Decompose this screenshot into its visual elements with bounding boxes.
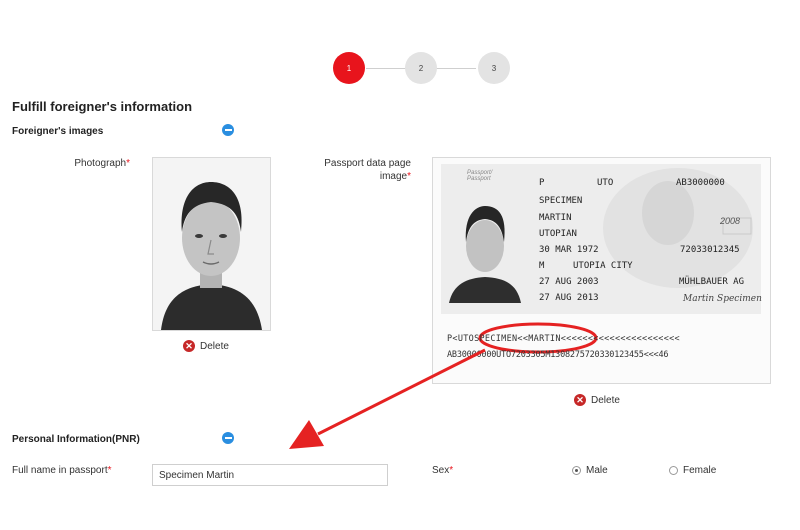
personal-collapse-icon[interactable] bbox=[222, 432, 234, 444]
photograph-delete-label: Delete bbox=[200, 340, 229, 352]
sex-option-male[interactable]: Male bbox=[572, 465, 608, 476]
passport-label-line1: Passport data page bbox=[324, 158, 411, 169]
passport-nationality: UTOPIAN bbox=[539, 229, 577, 239]
passport-surname: SPECIMEN bbox=[539, 196, 583, 206]
passport-delete-label: Delete bbox=[591, 394, 620, 406]
radio-unselected-icon bbox=[669, 466, 678, 475]
full-name-required-mark: * bbox=[107, 465, 112, 476]
stepper-line-2 bbox=[436, 68, 476, 69]
full-name-label: Full name in passport* bbox=[12, 465, 112, 476]
passport-given-names: MARTIN bbox=[539, 213, 572, 223]
stepper-line-1 bbox=[366, 68, 406, 69]
radio-selected-icon bbox=[572, 466, 581, 475]
page-title: Fulfill foreigner's information bbox=[12, 99, 193, 114]
sex-label: Sex* bbox=[432, 465, 453, 476]
photograph-label: Photograph* bbox=[40, 157, 130, 170]
passport-place-of-birth: UTOPIA CITY bbox=[573, 261, 633, 271]
passport-label-line2: image bbox=[379, 171, 408, 182]
photograph-preview[interactable] bbox=[152, 157, 271, 331]
portrait-image bbox=[153, 158, 270, 330]
passport-year-stamp: 2008 bbox=[720, 216, 741, 226]
passport-sex: M bbox=[539, 261, 545, 271]
photograph-delete-button[interactable]: ✕ Delete bbox=[183, 340, 229, 352]
images-section-heading: Foreigner's images bbox=[12, 126, 104, 137]
passport-mrz-line1: P<UTOSPECIMEN<<MARTIN<<<<<<<<<<<<<<<<<<<… bbox=[447, 334, 680, 344]
passport-type: P bbox=[539, 178, 545, 188]
sex-required-mark: * bbox=[449, 465, 454, 476]
passport-authority: MÜHLBAUER AG bbox=[679, 277, 745, 287]
passport-signature: Martin Specimen bbox=[683, 294, 762, 304]
step-2[interactable]: 2 bbox=[405, 52, 437, 84]
passport-expiry-date: 27 AUG 2013 bbox=[539, 293, 599, 303]
passport-issue-date: 27 AUG 2003 bbox=[539, 277, 599, 287]
passport-mrz-line2: AB30000000UTO7203305M1308275720330123455… bbox=[447, 350, 669, 360]
passport-page-label: Passport data page image* bbox=[300, 157, 411, 183]
passport-country: UTO bbox=[597, 178, 614, 188]
full-name-label-text: Full name in passport bbox=[12, 465, 108, 476]
delete-x-icon: ✕ bbox=[183, 340, 195, 352]
photograph-label-text: Photograph bbox=[74, 158, 127, 169]
passport-doc-label: Passport/ Passport bbox=[467, 170, 493, 182]
passport-number: AB3000000 bbox=[676, 178, 725, 188]
step-2-label: 2 bbox=[418, 63, 424, 73]
sex-option-female-label: Female bbox=[683, 465, 717, 476]
sex-option-female[interactable]: Female bbox=[669, 465, 716, 476]
full-name-input[interactable] bbox=[152, 464, 388, 486]
passport-birth-date: 30 MAR 1972 bbox=[539, 245, 599, 255]
step-1-label: 1 bbox=[346, 63, 352, 73]
photograph-required-mark: * bbox=[126, 158, 130, 169]
sex-label-text: Sex bbox=[432, 465, 450, 476]
delete-x-icon: ✕ bbox=[574, 394, 586, 406]
sex-option-male-label: Male bbox=[586, 465, 608, 476]
step-3-label: 3 bbox=[491, 63, 497, 73]
personal-section-heading: Personal Information(PNR) bbox=[12, 434, 140, 445]
passport-required-mark: * bbox=[407, 171, 411, 182]
step-3[interactable]: 3 bbox=[478, 52, 510, 84]
passport-personal-no: 72033012345 bbox=[680, 245, 740, 255]
step-1[interactable]: 1 bbox=[333, 52, 365, 84]
images-collapse-icon[interactable] bbox=[222, 124, 234, 136]
passport-delete-button[interactable]: ✕ Delete bbox=[574, 394, 620, 406]
passport-page-preview[interactable]: Passport/ Passport P UTO AB3000000 SPECI… bbox=[432, 157, 771, 384]
